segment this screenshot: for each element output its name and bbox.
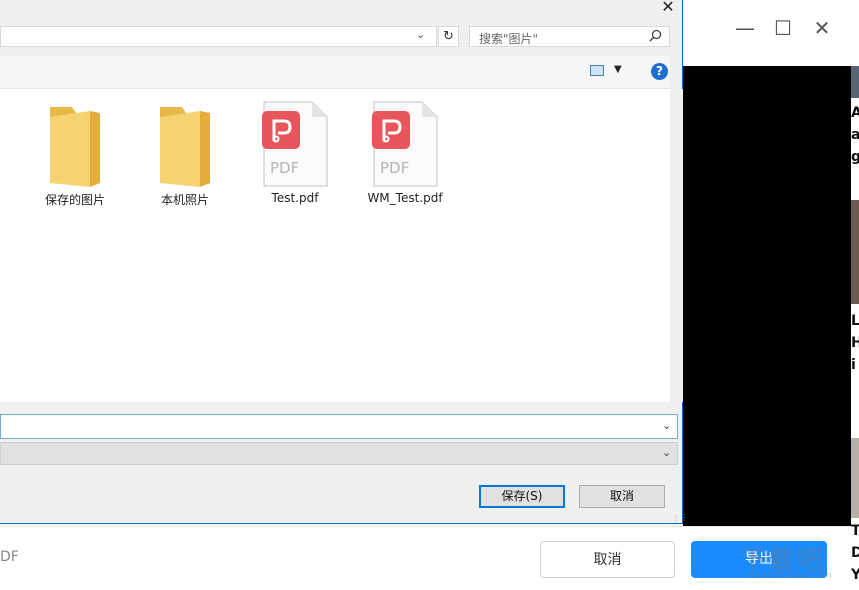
dialog-toolbar (0, 56, 670, 89)
view-mode-icon[interactable] (590, 65, 604, 76)
news-letter: L (851, 313, 859, 329)
filetype-select[interactable] (0, 442, 678, 465)
news-letter: A (851, 105, 859, 121)
file-name: 保存的图片 (44, 193, 105, 207)
news-letter: a (851, 127, 859, 143)
file-name: 本机照片 (160, 193, 209, 207)
filetype-dropdown-icon[interactable]: ⌄ (662, 446, 671, 459)
dialog-cancel-button[interactable]: 取消 (579, 485, 665, 508)
news-letter: D (851, 545, 859, 561)
news-letter: Y (851, 567, 859, 583)
news-image (851, 200, 859, 304)
refresh-icon[interactable]: ↻ (438, 26, 459, 47)
news-letter: H (851, 335, 859, 351)
news-letter: g (851, 149, 859, 165)
watermark-url: www.xiazaiba.com (748, 571, 832, 581)
search-icon[interactable] (649, 29, 662, 46)
file-list: 保存的图片 本机照片 PDF Test.pdf PDF WM_Test.pdf (0, 89, 670, 402)
news-letter: i (851, 357, 856, 373)
pdf-file-icon: PDF (372, 101, 438, 187)
pdf-file-icon: PDF (262, 101, 328, 187)
folder-icon (156, 103, 214, 187)
filename-input[interactable] (0, 414, 678, 439)
file-name: Test.pdf (271, 191, 319, 205)
pdf-file-item[interactable]: PDF WM_Test.pdf (355, 101, 455, 205)
file-name: WM_Test.pdf (367, 191, 443, 205)
folder-item[interactable]: 本机照片 (135, 103, 235, 208)
news-letter: T (851, 523, 859, 539)
app-titlebar: — ☐ ✕ (683, 0, 859, 66)
maximize-icon[interactable]: ☐ (769, 14, 797, 42)
file-list-scrollbar[interactable] (670, 89, 683, 402)
close-icon[interactable]: ✕ (808, 14, 836, 42)
pdf-badge-text: PDF (270, 159, 299, 177)
filename-dropdown-icon[interactable]: ⌄ (662, 419, 671, 432)
preview-area (683, 66, 851, 526)
resize-grip-icon[interactable]: ⋮⋮ (672, 513, 688, 522)
pdf-file-item[interactable]: PDF Test.pdf (245, 101, 345, 205)
save-button[interactable]: 保存(S) (479, 485, 565, 508)
folder-item[interactable]: 保存的图片 (25, 103, 125, 208)
news-image (851, 438, 859, 518)
news-image (851, 66, 859, 98)
chevron-down-icon[interactable]: ⌄ (416, 28, 425, 41)
cancel-button[interactable]: 取消 (540, 541, 675, 578)
format-label: DF (0, 549, 19, 565)
address-bar[interactable] (0, 26, 437, 47)
help-icon[interactable]: ? (651, 63, 668, 80)
minimize-icon[interactable]: — (731, 14, 759, 42)
folder-icon (46, 103, 104, 187)
pdf-badge-text: PDF (380, 159, 409, 177)
search-placeholder: 搜索"图片" (479, 32, 539, 46)
news-sidebar: A a g L H i T D Y (851, 66, 859, 589)
dialog-close-icon[interactable]: ✕ (658, 0, 678, 16)
view-menu-arrow-icon[interactable]: ▼ (614, 64, 622, 75)
